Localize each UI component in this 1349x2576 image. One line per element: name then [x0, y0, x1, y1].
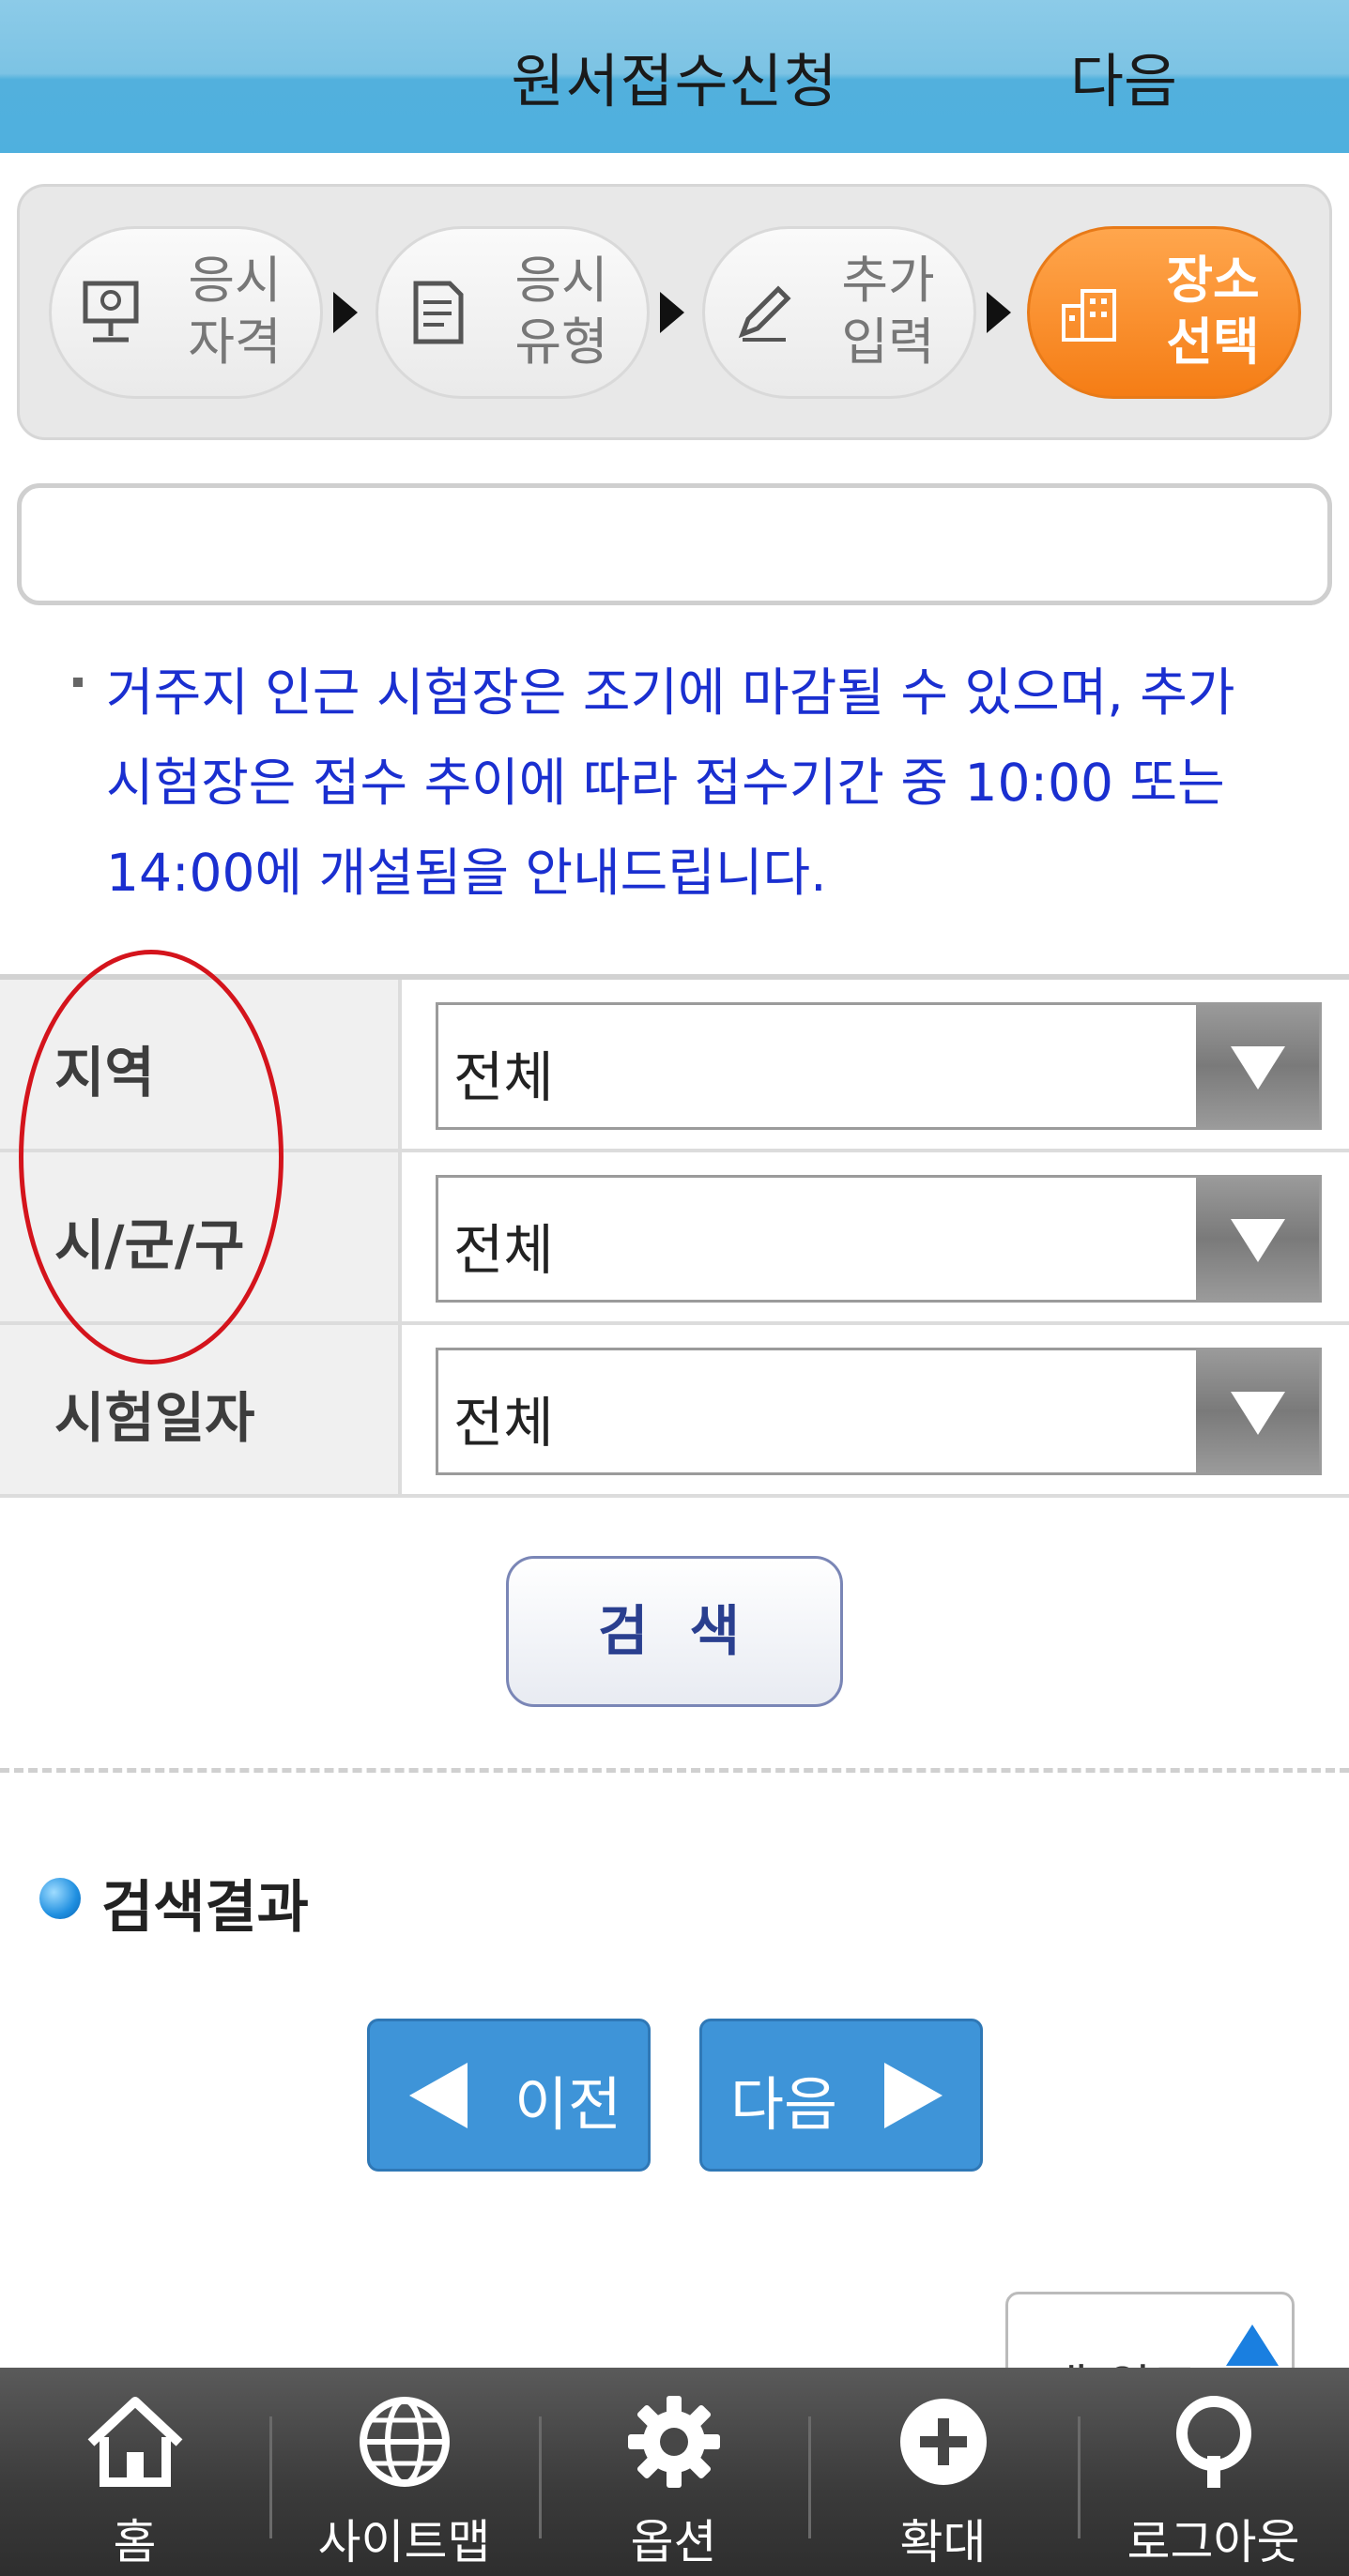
form-label-cell: 시험일자 [0, 1325, 402, 1494]
exam-date-label: 시험일자 [54, 1386, 255, 1450]
nav-logout[interactable]: 로그아웃 [1078, 2368, 1349, 2576]
nav-home[interactable]: 홈 [0, 2368, 269, 2576]
home-icon [87, 2397, 182, 2487]
step-arrow-icon [987, 292, 1011, 333]
step-extra-input: 추가 입력 [702, 226, 976, 399]
globe-icon [359, 2397, 450, 2487]
chevron-down-icon [1231, 1219, 1285, 1262]
nav-sitemap[interactable]: 사이트맵 [269, 2368, 539, 2576]
notice-text: 거주지 인근 시험장은 조기에 마감될 수 있으며, 추가 시험장은 접수 추이… [106, 663, 1235, 903]
dropdown-button[interactable] [1196, 1350, 1319, 1472]
building-icon [1062, 289, 1116, 342]
step-arrow-icon [660, 292, 684, 333]
step-location-select: 장소 선택 [1027, 226, 1301, 399]
search-button[interactable]: 검 색 [506, 1556, 843, 1707]
step-label: 응시 자격 [188, 251, 282, 372]
header-next-button[interactable]: 다음 [1070, 34, 1177, 118]
next-page-button[interactable]: 다음 [699, 2019, 983, 2172]
dropdown-button[interactable] [1196, 1005, 1319, 1127]
results-title: 검색결과 [101, 1875, 309, 1941]
step-arrow-icon [333, 292, 358, 333]
arrow-right-icon [884, 2063, 943, 2128]
nav-label: 확대 [899, 2515, 987, 2569]
region-select[interactable]: 전체 [436, 1002, 1322, 1130]
dropdown-button[interactable] [1196, 1178, 1319, 1300]
step-label: 추가 입력 [841, 251, 935, 372]
step-eligibility: 응시 자격 [49, 226, 323, 399]
step-label: 응시 유형 [514, 251, 608, 372]
nav-label: 로그아웃 [1127, 2515, 1300, 2569]
step-type: 응시 유형 [376, 226, 650, 399]
exam-date-select-value: 전체 [453, 1391, 554, 1455]
region-select-value: 전체 [453, 1045, 554, 1109]
pencil-icon [738, 285, 791, 342]
chevron-down-icon [1231, 1046, 1285, 1090]
gear-icon [627, 2396, 720, 2488]
nav-label: 사이트맵 [317, 2515, 491, 2569]
next-label: 다음 [730, 2070, 838, 2139]
bullet-dot-icon [39, 1878, 81, 1919]
district-select-value: 전체 [453, 1218, 554, 1282]
nav-zoom[interactable]: 확대 [808, 2368, 1078, 2576]
presentation-board-icon [83, 281, 139, 343]
plus-circle-icon [899, 2399, 987, 2485]
dashed-divider [0, 1768, 1349, 1773]
nav-options[interactable]: 옵션 [539, 2368, 808, 2576]
bullet-icon [73, 678, 83, 687]
arrow-up-icon [1226, 2324, 1279, 2366]
chevron-down-icon [1231, 1392, 1285, 1435]
info-box [17, 483, 1332, 605]
prev-page-button[interactable]: 이전 [367, 2019, 651, 2172]
form-row-exam-date: 시험일자 전체 [0, 1325, 1349, 1498]
nav-label: 옵션 [630, 2515, 717, 2569]
logout-icon [1175, 2396, 1251, 2488]
nav-label: 홈 [113, 2515, 157, 2569]
district-select[interactable]: 전체 [436, 1175, 1322, 1303]
exam-date-select[interactable]: 전체 [436, 1348, 1322, 1475]
step-label: 장소 선택 [1166, 251, 1260, 372]
annotation-circle [19, 950, 284, 1364]
document-icon [413, 281, 464, 344]
prev-label: 이전 [514, 2070, 622, 2139]
arrow-left-icon [409, 2063, 468, 2128]
